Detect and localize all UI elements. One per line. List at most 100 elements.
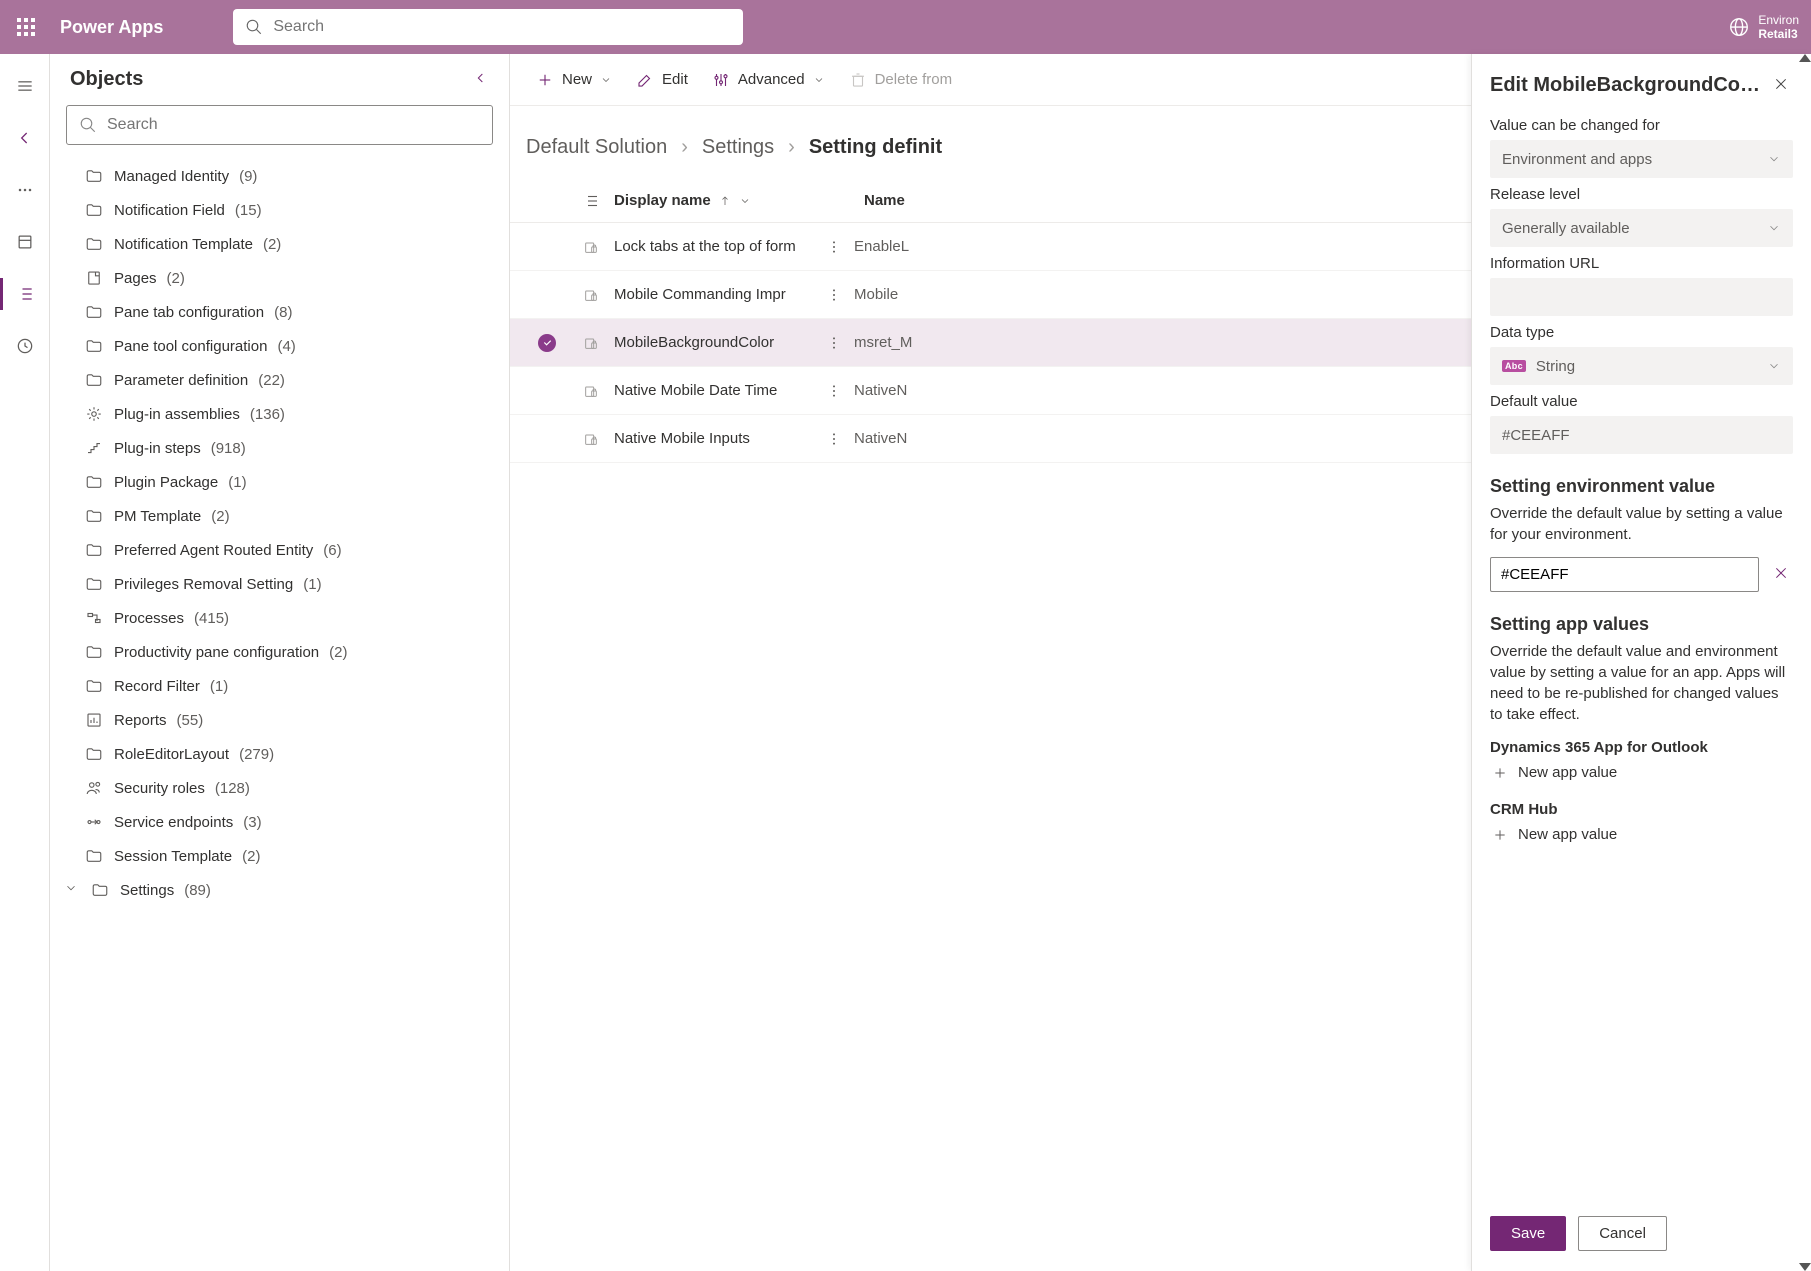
tree-item-label: Productivity pane configuration bbox=[114, 644, 319, 661]
column-display-name[interactable]: Display name bbox=[614, 192, 854, 209]
tree-item[interactable]: Security roles (128) bbox=[58, 771, 509, 805]
tree-item[interactable]: Settings (89) bbox=[58, 873, 509, 907]
tree-item-label: Record Filter bbox=[114, 678, 200, 695]
tree-item[interactable]: RoleEditorLayout (279) bbox=[58, 737, 509, 771]
row-display-name: Native Mobile Inputs bbox=[614, 430, 814, 447]
breadcrumb-mid[interactable]: Settings bbox=[702, 136, 774, 159]
folder-icon bbox=[84, 846, 104, 866]
tree-item-label: Privileges Removal Setting bbox=[114, 576, 293, 593]
info-url-field[interactable] bbox=[1490, 278, 1793, 316]
folder-icon bbox=[84, 506, 104, 526]
tree-item[interactable]: Parameter definition (22) bbox=[58, 363, 509, 397]
global-search[interactable] bbox=[233, 9, 743, 45]
tree-item[interactable]: Plugin Package (1) bbox=[58, 465, 509, 499]
more-icon[interactable] bbox=[13, 178, 37, 202]
row-more-button[interactable] bbox=[814, 287, 854, 303]
plus-icon bbox=[1492, 765, 1508, 781]
tree-item-label: Pane tool configuration bbox=[114, 338, 267, 355]
tree-item[interactable]: Record Filter (1) bbox=[58, 669, 509, 703]
env-value-input[interactable] bbox=[1490, 557, 1759, 592]
tree-item-count: (1) bbox=[228, 474, 246, 491]
new-app-value-2[interactable]: New app value bbox=[1490, 820, 1793, 849]
tree-item[interactable]: Session Template (2) bbox=[58, 839, 509, 873]
app-launcher-icon[interactable] bbox=[12, 13, 40, 41]
row-more-button[interactable] bbox=[814, 239, 854, 255]
folder-icon bbox=[84, 744, 104, 764]
objects-tree[interactable]: Managed Identity (9)Notification Field (… bbox=[50, 155, 509, 1271]
chevron-down-icon bbox=[739, 195, 751, 207]
tree-item-count: (2) bbox=[242, 848, 260, 865]
objects-search-input[interactable] bbox=[107, 116, 480, 134]
new-button[interactable]: New bbox=[526, 65, 622, 95]
brand-title: Power Apps bbox=[60, 17, 163, 38]
tree-item[interactable]: Pane tool configuration (4) bbox=[58, 329, 509, 363]
tree-item-label: Managed Identity bbox=[114, 168, 229, 185]
tree-item[interactable]: Plug-in steps (918) bbox=[58, 431, 509, 465]
tree-item-count: (22) bbox=[258, 372, 285, 389]
hamburger-icon[interactable] bbox=[13, 74, 37, 98]
steps-icon bbox=[84, 438, 104, 458]
tree-item[interactable]: Privileges Removal Setting (1) bbox=[58, 567, 509, 601]
back-icon[interactable] bbox=[13, 126, 37, 150]
managed-icon bbox=[568, 335, 614, 351]
tree-item-count: (55) bbox=[177, 712, 204, 729]
datatype-label: Data type bbox=[1490, 324, 1793, 341]
tree-item[interactable]: Processes (415) bbox=[58, 601, 509, 635]
scroll-up-indicator bbox=[1799, 54, 1811, 62]
row-more-button[interactable] bbox=[814, 335, 854, 351]
tree-item-label: Notification Field bbox=[114, 202, 225, 219]
tree-item[interactable]: Pane tab configuration (8) bbox=[58, 295, 509, 329]
release-select[interactable]: Generally available bbox=[1490, 209, 1793, 247]
value-changed-select[interactable]: Environment and apps bbox=[1490, 140, 1793, 178]
row-more-button[interactable] bbox=[814, 383, 854, 399]
row-display-name: Lock tabs at the top of form bbox=[614, 238, 814, 255]
tree-item-count: (6) bbox=[323, 542, 341, 559]
tree-item-label: Plug-in steps bbox=[114, 440, 201, 457]
tree-item[interactable]: Notification Template (2) bbox=[58, 227, 509, 261]
save-button[interactable]: Save bbox=[1490, 1216, 1566, 1251]
tree-icon[interactable] bbox=[13, 282, 37, 306]
tree-item-count: (2) bbox=[167, 270, 185, 287]
tree-item[interactable]: Preferred Agent Routed Entity (6) bbox=[58, 533, 509, 567]
edit-button[interactable]: Edit bbox=[626, 65, 698, 95]
clear-env-value-button[interactable] bbox=[1769, 561, 1793, 588]
tree-item-count: (2) bbox=[329, 644, 347, 661]
list-icon[interactable] bbox=[568, 192, 614, 210]
tree-item-label: Service endpoints bbox=[114, 814, 233, 831]
delete-button[interactable]: Delete from bbox=[839, 65, 963, 95]
tree-item[interactable]: Notification Field (15) bbox=[58, 193, 509, 227]
tree-item[interactable]: Plug-in assemblies (136) bbox=[58, 397, 509, 431]
tree-item-count: (1) bbox=[210, 678, 228, 695]
tree-item[interactable]: Productivity pane configuration (2) bbox=[58, 635, 509, 669]
card-icon[interactable] bbox=[13, 230, 37, 254]
row-more-button[interactable] bbox=[814, 431, 854, 447]
folder-icon bbox=[84, 336, 104, 356]
collapse-objects-icon[interactable] bbox=[473, 70, 489, 89]
folder-icon bbox=[84, 166, 104, 186]
datatype-select[interactable]: Abc String bbox=[1490, 347, 1793, 385]
breadcrumb-root[interactable]: Default Solution bbox=[526, 136, 667, 159]
tree-item[interactable]: Service endpoints (3) bbox=[58, 805, 509, 839]
string-type-icon: Abc bbox=[1502, 360, 1526, 372]
close-panel-button[interactable] bbox=[1769, 72, 1793, 99]
new-app-value-1[interactable]: New app value bbox=[1490, 758, 1793, 787]
history-icon[interactable] bbox=[13, 334, 37, 358]
global-search-input[interactable] bbox=[273, 18, 731, 36]
env-section-title: Setting environment value bbox=[1490, 476, 1793, 497]
tree-item[interactable]: PM Template (2) bbox=[58, 499, 509, 533]
release-label: Release level bbox=[1490, 186, 1793, 203]
advanced-button[interactable]: Advanced bbox=[702, 65, 835, 95]
cancel-button[interactable]: Cancel bbox=[1578, 1216, 1667, 1251]
environment-picker[interactable]: Environ Retail3 bbox=[1728, 13, 1799, 42]
tree-item[interactable]: Pages (2) bbox=[58, 261, 509, 295]
tree-item[interactable]: Reports (55) bbox=[58, 703, 509, 737]
tree-item-label: Notification Template bbox=[114, 236, 253, 253]
scroll-down-indicator bbox=[1799, 1263, 1811, 1271]
env-section-desc: Override the default value by setting a … bbox=[1490, 503, 1793, 545]
tree-item[interactable]: Managed Identity (9) bbox=[58, 159, 509, 193]
tree-item-count: (2) bbox=[211, 508, 229, 525]
objects-search[interactable] bbox=[66, 105, 493, 145]
row-checkbox[interactable] bbox=[526, 334, 568, 352]
objects-title: Objects bbox=[70, 68, 143, 91]
tree-item-count: (918) bbox=[211, 440, 246, 457]
